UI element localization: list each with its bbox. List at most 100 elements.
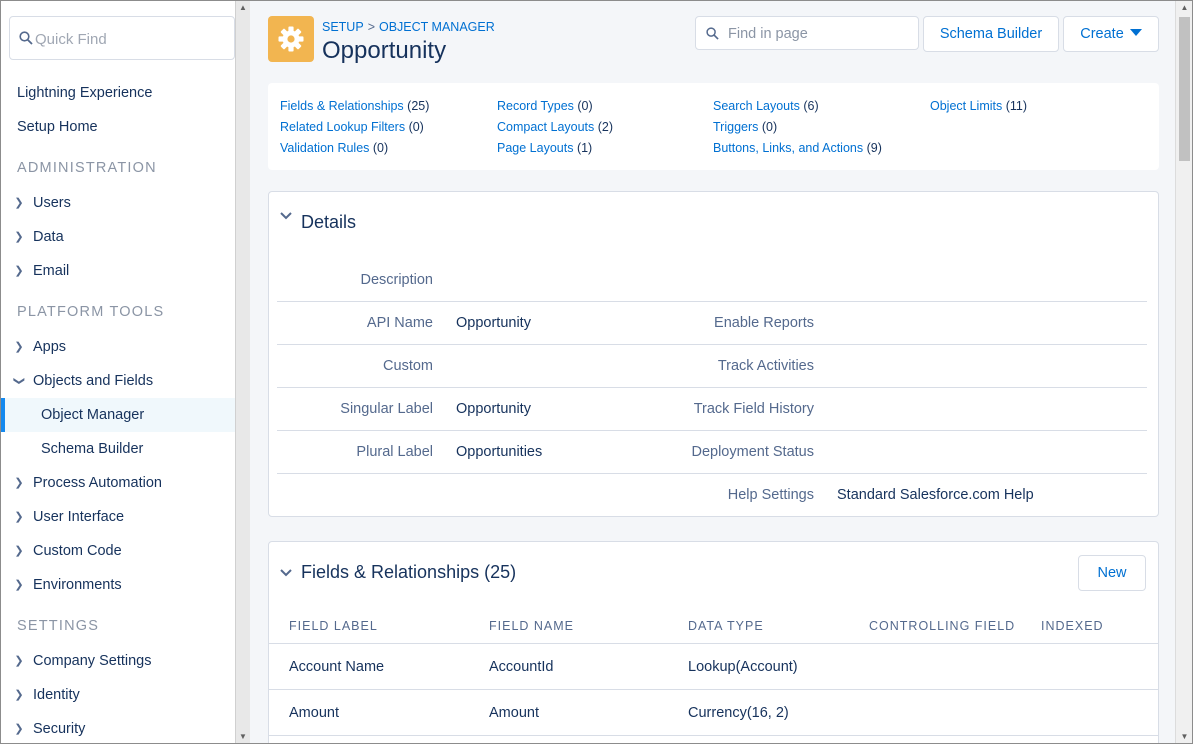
sidebar-item-object-manager[interactable]: Object Manager <box>1 398 235 432</box>
create-button[interactable]: Create <box>1063 16 1159 52</box>
find-in-page-box[interactable] <box>695 16 919 50</box>
schema-builder-button-label: Schema Builder <box>939 26 1043 42</box>
api-name-value: Opportunity <box>456 315 531 331</box>
chevron-right-icon: ❯ <box>14 723 24 735</box>
sidebar-item-label: Email <box>33 263 70 279</box>
sidebar-item-user-interface[interactable]: ❯ User Interface <box>1 500 235 534</box>
quick-link-label: Search Layouts <box>713 99 800 113</box>
details-card: Details Description API Name Opportunity… <box>268 191 1159 517</box>
sidebar-item-process-automation[interactable]: ❯ Process Automation <box>1 466 235 500</box>
quick-link-count: (0) <box>408 120 424 134</box>
scroll-down-arrow-icon[interactable]: ▼ <box>1176 732 1192 741</box>
setup-sidebar: Lightning Experience Setup Home ADMINIST… <box>1 1 235 743</box>
search-icon <box>706 27 719 40</box>
quick-link-related-lookup-filters[interactable]: Related Lookup Filters (0) <box>280 120 424 134</box>
sidebar-item-label: Company Settings <box>33 653 152 669</box>
sidebar-scrollbar[interactable]: ▲ ▼ <box>235 1 250 743</box>
sidebar-item-company-settings[interactable]: ❯ Company Settings <box>1 644 235 678</box>
field-label-link[interactable]: Account Name <box>289 659 384 675</box>
data-type-cell: Currency(16, 2) <box>688 705 789 721</box>
chevron-right-icon: ❯ <box>14 341 24 353</box>
sidebar-item-label: Custom Code <box>33 543 122 559</box>
section-header-settings: SETTINGS <box>17 618 100 634</box>
scroll-up-arrow-icon[interactable]: ▲ <box>1176 3 1192 12</box>
column-header-data-type[interactable]: DATA TYPE <box>688 619 764 633</box>
quick-link-page-layouts[interactable]: Page Layouts (1) <box>497 141 592 155</box>
api-name-label: API Name <box>366 315 433 331</box>
sidebar-item-security[interactable]: ❯ Security <box>1 712 235 743</box>
sidebar-item-environments[interactable]: ❯ Environments <box>1 568 235 602</box>
sidebar-item-custom-code[interactable]: ❯ Custom Code <box>1 534 235 568</box>
chevron-down-icon: ❯ <box>13 376 25 386</box>
chevron-right-icon: ❯ <box>14 265 24 277</box>
chevron-down-icon[interactable] <box>279 209 293 223</box>
chevron-right-icon: ❯ <box>14 655 24 667</box>
track-field-history-label: Track Field History <box>693 401 814 417</box>
chevron-down-icon[interactable] <box>279 566 293 580</box>
field-label-link[interactable]: Amount <box>289 705 339 721</box>
sidebar-item-label: Setup Home <box>17 119 98 135</box>
new-field-button-label: New <box>1097 565 1127 581</box>
schema-builder-button[interactable]: Schema Builder <box>923 16 1059 52</box>
quick-find-input[interactable] <box>35 27 225 51</box>
find-in-page-input[interactable] <box>728 23 908 45</box>
chevron-right-icon: ❯ <box>14 231 24 243</box>
quick-link-buttons-links-actions[interactable]: Buttons, Links, and Actions (9) <box>713 141 882 155</box>
quick-link-count: (6) <box>803 99 819 113</box>
sidebar-item-label: Security <box>33 721 86 737</box>
fields-relationships-title: Fields & Relationships (25) <box>301 562 517 582</box>
sidebar-item-apps[interactable]: ❯ Apps <box>1 330 235 364</box>
help-settings-value: Standard Salesforce.com Help <box>837 487 1034 503</box>
quick-link-label: Related Lookup Filters <box>280 120 406 134</box>
column-header-field-name[interactable]: FIELD NAME <box>489 619 574 633</box>
sidebar-item-email[interactable]: ❯ Email <box>1 254 235 288</box>
quick-link-label: Page Layouts <box>497 141 574 155</box>
sidebar-item-data[interactable]: ❯ Data <box>1 220 235 254</box>
scroll-down-arrow-icon[interactable]: ▼ <box>236 732 250 741</box>
details-title: Details <box>301 212 357 232</box>
quick-link-record-types[interactable]: Record Types (0) <box>497 99 593 113</box>
quick-link-fields-relationships[interactable]: Fields & Relationships (25) <box>280 99 429 113</box>
quick-link-count: (0) <box>372 141 389 155</box>
detail-row-custom: Custom Track Activities <box>277 345 1147 388</box>
sidebar-item-label: Environments <box>33 577 122 593</box>
sidebar-item-identity[interactable]: ❯ Identity <box>1 678 235 712</box>
quick-link-compact-layouts[interactable]: Compact Layouts (2) <box>497 120 613 134</box>
breadcrumb-setup-link[interactable]: SETUP <box>322 20 364 34</box>
object-manager-main: SETUP> OBJECT MANAGER Opportunity Schema … <box>250 1 1175 743</box>
breadcrumb-separator: > <box>367 20 375 34</box>
main-scrollbar[interactable]: ▲ ▼ <box>1175 1 1192 743</box>
sidebar-item-schema-builder[interactable]: Schema Builder <box>1 432 235 466</box>
quick-find-box[interactable] <box>9 16 235 60</box>
sidebar-item-lightning-experience[interactable]: Lightning Experience <box>1 76 235 110</box>
quick-link-label: Triggers <box>713 120 759 134</box>
sidebar-item-label: Data <box>33 229 64 245</box>
quick-link-triggers[interactable]: Triggers (0) <box>713 120 777 134</box>
sidebar-item-setup-home[interactable]: Setup Home <box>1 110 235 144</box>
chevron-right-icon: ❯ <box>14 545 24 557</box>
quick-link-count: (0) <box>577 99 593 113</box>
sidebar-item-users[interactable]: ❯ Users <box>1 186 235 220</box>
enable-reports-label: Enable Reports <box>714 315 814 331</box>
sidebar-item-objects-and-fields[interactable]: ❯ Objects and Fields <box>1 364 235 398</box>
quick-link-search-layouts[interactable]: Search Layouts (6) <box>713 99 819 113</box>
sidebar-item-label: Schema Builder <box>41 441 144 457</box>
fields-relationships-card: Fields & Relationships (25) New FIELD LA… <box>268 541 1159 743</box>
setup-window: Lightning Experience Setup Home ADMINIST… <box>0 0 1193 744</box>
quick-link-validation-rules[interactable]: Validation Rules (0) <box>280 141 388 155</box>
help-settings-label: Help Settings <box>727 487 814 503</box>
column-header-controlling-field[interactable]: CONTROLLING FIELD <box>869 619 1015 633</box>
detail-row-help-settings: Help Settings Standard Salesforce.com He… <box>277 474 1147 517</box>
scrollbar-thumb[interactable] <box>1179 17 1190 161</box>
track-activities-label: Track Activities <box>717 358 814 374</box>
breadcrumb-object-manager-link[interactable]: OBJECT MANAGER <box>379 20 495 34</box>
column-header-field-label[interactable]: FIELD LABEL <box>289 619 378 633</box>
chevron-right-icon: ❯ <box>14 197 24 209</box>
quick-link-label: Fields & Relationships <box>280 99 404 113</box>
quick-link-object-limits[interactable]: Object Limits (11) <box>930 99 1027 113</box>
new-field-button[interactable]: New <box>1078 555 1146 591</box>
scroll-up-arrow-icon[interactable]: ▲ <box>236 3 250 12</box>
data-type-cell: Lookup(Account) <box>688 659 798 675</box>
column-header-indexed[interactable]: INDEXED <box>1041 619 1104 633</box>
breadcrumb: SETUP > OBJECT MANAGER <box>322 20 495 34</box>
